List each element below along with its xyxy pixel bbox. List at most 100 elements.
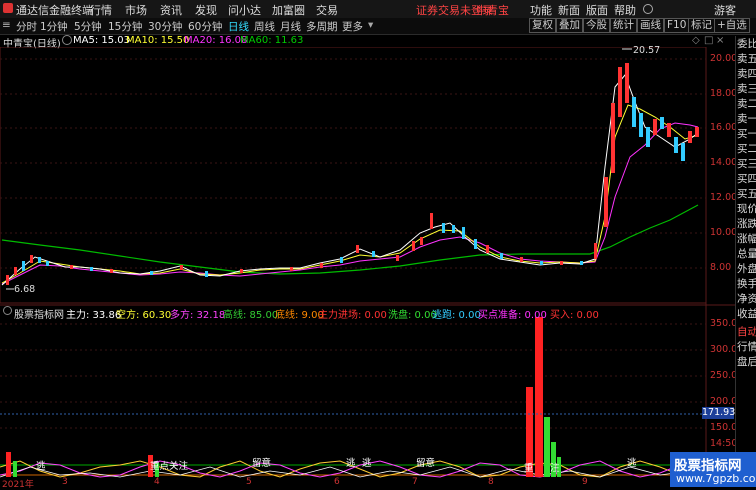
quote-label-netasset: 净资 bbox=[737, 293, 756, 305]
indicator-bars bbox=[6, 317, 561, 477]
watermark-title: 股票指标网 bbox=[674, 458, 742, 474]
cursor-value-badge: 171.93 bbox=[702, 407, 736, 419]
period-more[interactable]: 更多 bbox=[342, 19, 363, 34]
annotation-tao: 逃 bbox=[362, 458, 372, 469]
user-icon[interactable] bbox=[643, 4, 653, 14]
period-daily[interactable]: 日线 bbox=[228, 19, 249, 34]
quote-label-volume: 总量 bbox=[737, 248, 756, 260]
app-title: 通达信金融终端 bbox=[16, 4, 93, 17]
quote-tab-panhou[interactable]: 盘后 bbox=[737, 354, 756, 369]
price-y-tick: 14.00 bbox=[710, 157, 738, 168]
tool-biaoji[interactable]: 标记 bbox=[688, 18, 715, 33]
quote-label-buy1: 买一 bbox=[737, 128, 756, 140]
ma20-value: MA20: 16.08 bbox=[184, 35, 248, 46]
quote-label-weibi: 委比 bbox=[737, 38, 756, 50]
tool-tongji[interactable]: 统计 bbox=[610, 18, 637, 33]
price-frame bbox=[0, 47, 707, 304]
x-tick: 8 bbox=[488, 477, 494, 487]
quote-label-buy3: 买三 bbox=[737, 158, 756, 170]
indicator-y-tick: 14:50 bbox=[710, 438, 738, 449]
menu-item-shichang[interactable]: 市场 bbox=[125, 2, 147, 18]
zhuli-value: 主力: 33.86 bbox=[66, 310, 122, 321]
indicator-y-tick: 150.0 bbox=[710, 422, 738, 433]
collapse-icon[interactable]: ◇ bbox=[692, 35, 700, 46]
indicator-name[interactable]: 股票指标网 bbox=[14, 306, 64, 321]
price-y-tick: 12.00 bbox=[710, 192, 738, 203]
indicator-y-tick: 350.0 bbox=[710, 318, 738, 329]
ma10-line bbox=[1, 104, 699, 284]
menu-toggle-icon[interactable]: ≡ bbox=[2, 19, 11, 31]
menu-item-wenxiaoda[interactable]: 问小达 bbox=[228, 2, 261, 18]
app-logo-icon bbox=[3, 3, 13, 13]
more-dropdown-icon[interactable]: ▾ bbox=[368, 19, 373, 31]
maidian-zhunbei-value: 买点准备: 0.00 bbox=[478, 310, 547, 321]
period-1min[interactable]: 1分钟 bbox=[40, 19, 68, 34]
settings-dot-icon[interactable] bbox=[62, 35, 72, 45]
ma10-value: MA10: 15.50 bbox=[126, 35, 190, 46]
period-weekly[interactable]: 周线 bbox=[254, 19, 275, 34]
tool-jingu[interactable]: 今股 bbox=[583, 18, 610, 33]
menu-item-gongneng[interactable]: 功能 bbox=[530, 2, 552, 18]
price-y-tick: 16.00 bbox=[710, 122, 738, 133]
tool-f10[interactable]: F10 bbox=[664, 18, 690, 33]
close-panel-icon[interactable]: × bbox=[716, 35, 724, 46]
tool-fuquan[interactable]: 复权 bbox=[529, 18, 556, 33]
menu-item-hangqing[interactable]: 行情 bbox=[90, 2, 112, 18]
quote-label-outer: 外盘 bbox=[737, 263, 756, 275]
watermark-url: www.7gpzb.com bbox=[676, 472, 756, 485]
low-price-label: 6.68 bbox=[14, 284, 36, 295]
period-monthly[interactable]: 月线 bbox=[280, 19, 301, 34]
candlesticks bbox=[6, 63, 699, 285]
annotation-liuyi: 留意 bbox=[252, 458, 272, 469]
notice-stock[interactable]: 中青宝 bbox=[476, 2, 509, 18]
xipan-value: 洗盘: 0.00 bbox=[388, 310, 437, 321]
quote-tab-hangqing[interactable]: 行情 bbox=[737, 339, 756, 354]
tool-add-watchlist[interactable]: +自选 bbox=[714, 18, 750, 33]
menu-item-jiafuquan[interactable]: 加富圈 bbox=[272, 2, 305, 18]
quote-panel: 委比 卖五 卖四 卖三 卖二 卖一 买一 买二 买三 买四 买五 现价 涨跌 涨… bbox=[735, 36, 756, 487]
tool-diejia[interactable]: 叠加 bbox=[556, 18, 583, 33]
annotation-tao: 逃 bbox=[346, 458, 356, 469]
x-tick: 3 bbox=[62, 477, 68, 487]
tool-huaxian[interactable]: 画线 bbox=[637, 18, 664, 33]
guest-label[interactable]: 游客 bbox=[714, 2, 736, 18]
x-tick: 2021年 bbox=[2, 480, 34, 490]
annotation-liuyi: 留意 bbox=[416, 458, 436, 469]
period-30min[interactable]: 30分钟 bbox=[148, 19, 182, 34]
menu-item-banmian[interactable]: 版面 bbox=[586, 2, 608, 18]
quote-label-mai1: 卖一 bbox=[737, 113, 756, 125]
period-5min[interactable]: 5分钟 bbox=[74, 19, 102, 34]
menu-item-xinmian[interactable]: 新面 bbox=[558, 2, 580, 18]
period-15min[interactable]: 15分钟 bbox=[108, 19, 142, 34]
indicator-y-tick: 300.0 bbox=[710, 344, 738, 355]
menu-item-bangzhu[interactable]: 帮助 bbox=[614, 2, 636, 18]
quote-label-price: 现价 bbox=[737, 203, 756, 215]
quote-label-change: 涨跌 bbox=[737, 218, 756, 230]
price-chart-header: 中青宝(日线) MA5: 15.03 MA10: 15.50 MA20: 16.… bbox=[0, 35, 735, 50]
x-tick: 7 bbox=[412, 477, 418, 487]
quote-tab-auto[interactable]: 自动 bbox=[737, 324, 756, 339]
period-fenshi[interactable]: 分时 bbox=[16, 19, 37, 34]
watermark: 股票指标网 www.7gpzb.com bbox=[670, 452, 756, 487]
menu-item-zixun[interactable]: 资讯 bbox=[160, 2, 182, 18]
menu-item-faxian[interactable]: 发现 bbox=[195, 2, 217, 18]
quote-label-turnover: 换手 bbox=[737, 278, 756, 290]
annotation-tao: 逃 bbox=[627, 458, 637, 469]
expand-icon[interactable]: □ bbox=[704, 35, 713, 46]
quote-label-mai4: 卖四 bbox=[737, 68, 756, 80]
period-60min[interactable]: 60分钟 bbox=[188, 19, 222, 34]
price-y-tick: 18.00 bbox=[710, 88, 738, 99]
indicator-header: 股票指标网 主力: 33.86 空方: 60.30 多方: 32.18 高线: … bbox=[0, 306, 735, 321]
high-price-label: 20.57 bbox=[633, 45, 661, 56]
price-y-tick: 20.00 bbox=[710, 53, 738, 64]
duofang-value: 多方: 32.18 bbox=[170, 310, 226, 321]
quote-label-buy5: 买五 bbox=[737, 188, 756, 200]
indicator-y-tick: 250.0 bbox=[710, 370, 738, 381]
chart-area[interactable] bbox=[0, 47, 735, 487]
price-y-tick: 8.00 bbox=[710, 262, 732, 273]
period-multi[interactable]: 多周期 bbox=[306, 19, 338, 34]
x-axis: 2021年 3 4 5 6 7 8 9 bbox=[0, 477, 706, 490]
menu-item-jiaoyi[interactable]: 交易 bbox=[316, 2, 338, 18]
annotation-tao: 逃 bbox=[36, 461, 46, 472]
indicator-settings-icon[interactable] bbox=[3, 306, 12, 315]
